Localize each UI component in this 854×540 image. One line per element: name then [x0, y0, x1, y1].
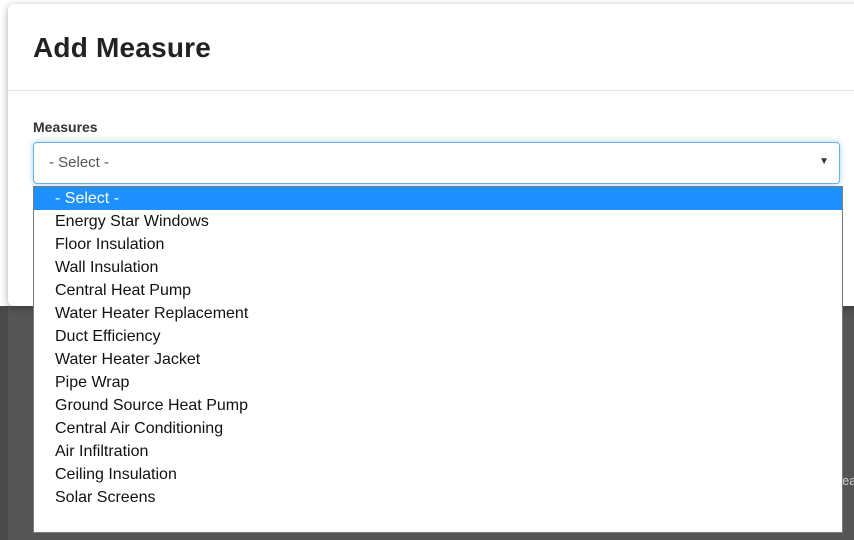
dropdown-option[interactable]: Energy Star Windows [34, 210, 842, 233]
dropdown-option[interactable]: Ceiling Insulation [34, 463, 842, 486]
measures-select[interactable]: - Select - ▼ [33, 142, 840, 184]
dropdown-option[interactable]: Air Infiltration [34, 440, 842, 463]
caret-down-icon: ▼ [819, 156, 829, 167]
measures-label: Measures [33, 119, 98, 135]
dropdown-option[interactable]: Water Heater Replacement [34, 302, 842, 325]
measures-select-value: - Select - [49, 154, 110, 171]
dropdown-option[interactable]: - Select - [34, 187, 842, 210]
measures-dropdown-list: - Select - Energy Star Windows Floor Insul… [33, 186, 843, 533]
background-partial-text: ea [842, 473, 854, 488]
backdrop-edge [0, 306, 8, 540]
modal-header: Add Measure [8, 4, 854, 91]
dropdown-option[interactable]: Duct Efficiency [34, 325, 842, 348]
modal-title: Add Measure [33, 32, 212, 63]
dropdown-option[interactable]: Pipe Wrap [34, 371, 842, 394]
dropdown-option[interactable]: Central Air Conditioning [34, 417, 842, 440]
dropdown-option[interactable]: Central Heat Pump [34, 279, 842, 302]
dropdown-option[interactable]: Floor Insulation [34, 233, 842, 256]
dropdown-option[interactable]: Ground Source Heat Pump [34, 394, 842, 417]
dropdown-option[interactable]: Water Heater Jacket [34, 348, 842, 371]
dropdown-option[interactable]: Wall Insulation [34, 256, 842, 279]
dropdown-option[interactable]: Solar Screens [34, 486, 842, 509]
